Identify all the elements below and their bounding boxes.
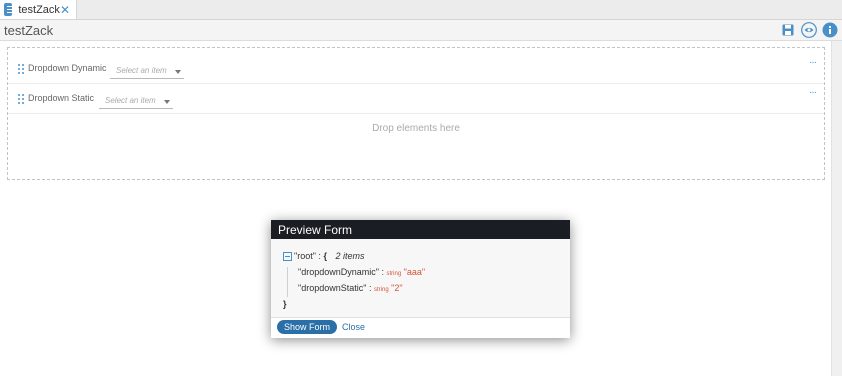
- form-field-dropdown-static[interactable]: Dropdown Static Select an item ···: [8, 84, 824, 114]
- json-type: string: [386, 271, 402, 277]
- page-header: testZack: [0, 20, 842, 41]
- json-colon: :: [381, 267, 384, 277]
- form-icon: [4, 3, 14, 16]
- json-viewer: "root" : { 2 items "dropdownDynamic" : s…: [271, 239, 570, 318]
- json-type: string: [373, 287, 389, 293]
- json-entry: "dropdownDynamic" : string "aaa": [283, 267, 425, 283]
- dropdown-select[interactable]: Select an item: [99, 96, 173, 109]
- json-root-key: "root": [294, 251, 316, 261]
- close-button[interactable]: Close: [342, 322, 365, 332]
- info-icon[interactable]: [822, 22, 838, 38]
- drag-handle-icon[interactable]: [18, 94, 24, 104]
- select-placeholder: Select an item: [116, 66, 167, 75]
- page-title: testZack: [4, 23, 54, 38]
- json-key: "dropdownStatic": [298, 283, 367, 293]
- chevron-down-icon: [175, 70, 181, 74]
- preview-form-modal: Preview Form "root" : { 2 items "dropdow…: [271, 220, 570, 338]
- json-close-brace: }: [283, 299, 287, 309]
- close-icon[interactable]: ✕: [60, 4, 70, 16]
- drop-zone-hint: Drop elements here: [372, 123, 460, 134]
- form-field-dropdown-dynamic[interactable]: Dropdown Dynamic Select an item ···: [8, 54, 824, 84]
- scrollbar[interactable]: [831, 41, 842, 376]
- json-entry: "dropdownStatic" : string "2": [283, 283, 425, 299]
- drag-handle-icon[interactable]: [18, 64, 24, 74]
- chevron-down-icon: [164, 100, 170, 104]
- json-value: "aaa": [403, 267, 426, 277]
- more-options-icon[interactable]: ···: [809, 87, 817, 98]
- tab-testzack[interactable]: testZack ✕: [0, 0, 77, 19]
- json-colon: :: [318, 251, 321, 261]
- more-options-icon[interactable]: ···: [809, 57, 817, 68]
- json-root-line: "root" : { 2 items: [283, 251, 425, 267]
- json-open-brace: {: [323, 251, 327, 261]
- json-value: "2": [391, 283, 403, 293]
- json-key: "dropdownDynamic": [298, 267, 379, 277]
- show-form-button[interactable]: Show Form: [277, 320, 338, 334]
- dropdown-select[interactable]: Select an item: [110, 66, 184, 79]
- field-label: Dropdown Static: [28, 93, 95, 103]
- eye-icon[interactable]: [801, 22, 817, 38]
- json-close-line: }: [283, 299, 425, 315]
- form-canvas[interactable]: Dropdown Dynamic Select an item ··· Drop…: [7, 47, 825, 180]
- modal-footer: Show Form Close: [271, 317, 570, 338]
- modal-title: Preview Form: [271, 220, 570, 239]
- tab-label: testZack: [18, 3, 60, 16]
- json-item-count: 2 items: [335, 251, 365, 261]
- field-label: Dropdown Dynamic: [28, 63, 107, 73]
- save-icon[interactable]: [780, 22, 796, 38]
- tab-bar: testZack ✕: [0, 0, 842, 20]
- json-colon: :: [368, 283, 372, 293]
- collapse-icon[interactable]: [283, 252, 292, 262]
- select-placeholder: Select an item: [105, 96, 156, 105]
